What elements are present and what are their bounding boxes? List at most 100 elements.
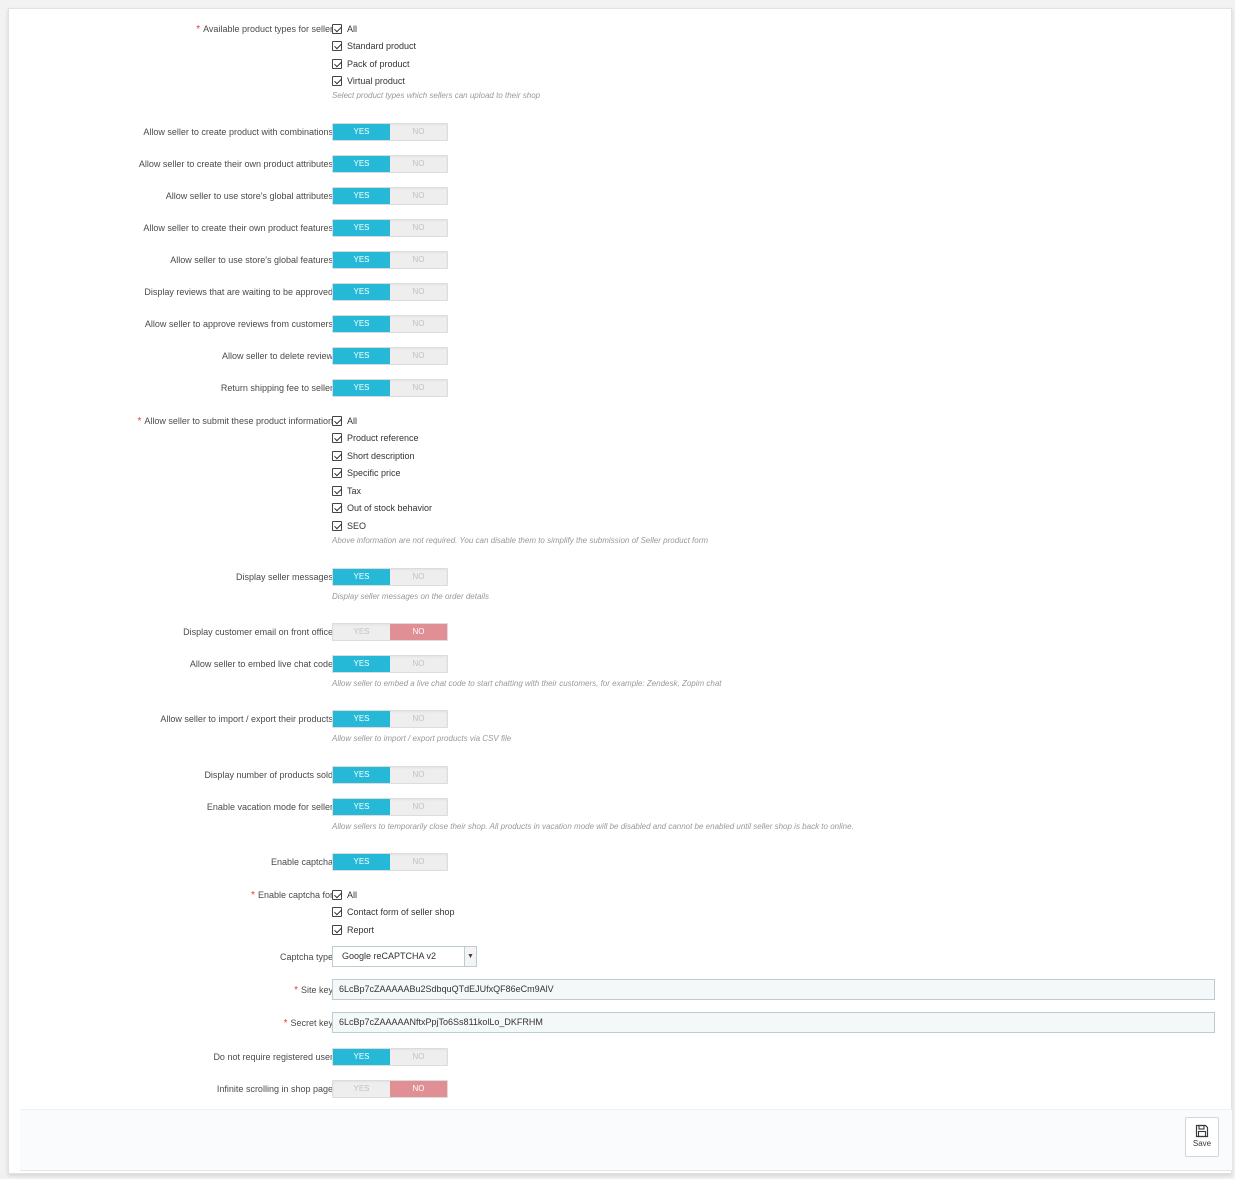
label-text: Available product types for seller — [203, 24, 333, 34]
switch-yes[interactable]: YES — [333, 316, 390, 332]
switch-yes[interactable]: YES — [333, 1049, 390, 1065]
checkbox-checked-icon[interactable] — [332, 450, 342, 461]
switch-no[interactable]: NO — [390, 799, 447, 815]
site-key-input[interactable]: 6LcBp7cZAAAAABu2SdbquQTdEJUfxQF86eCm9AlV — [332, 979, 1215, 1000]
switch-no[interactable]: NO — [390, 124, 447, 140]
infinite-scroll-switch[interactable]: YES NO — [332, 1080, 448, 1098]
checkbox-checked-icon[interactable] — [332, 520, 342, 531]
switch-no[interactable]: NO — [390, 252, 447, 268]
switch-yes[interactable]: YES — [333, 284, 390, 300]
switch-no[interactable]: NO — [390, 316, 447, 332]
checkbox-specific-price[interactable]: Specific price — [332, 465, 708, 483]
approve-reviews-switch[interactable]: YES NO — [332, 315, 448, 333]
allow-combinations-switch[interactable]: YES NO — [332, 123, 448, 141]
delete-review-switch[interactable]: YES NO — [332, 347, 448, 365]
checkbox-contact-form[interactable]: Contact form of seller shop — [332, 904, 455, 922]
switch-yes[interactable]: YES — [333, 380, 390, 396]
checkbox-checked-icon[interactable] — [332, 889, 342, 900]
switch-no[interactable]: NO — [390, 624, 447, 640]
checkbox-all-types[interactable]: All — [332, 20, 540, 38]
switch-yes[interactable]: YES — [333, 569, 390, 585]
checkbox-report[interactable]: Report — [332, 921, 455, 939]
switch-yes[interactable]: YES — [333, 124, 390, 140]
checkbox-virtual-product[interactable]: Virtual product — [332, 73, 540, 91]
checkbox-tax[interactable]: Tax — [332, 482, 708, 500]
checkbox-captcha-all[interactable]: All — [332, 886, 455, 904]
checkbox-checked-icon[interactable] — [332, 58, 342, 69]
live-chat-switch[interactable]: YES NO — [332, 655, 448, 673]
switch-yes[interactable]: YES — [333, 656, 390, 672]
switch-yes[interactable]: YES — [333, 624, 390, 640]
chevron-down-icon[interactable]: ▼ — [464, 947, 476, 966]
switch-yes[interactable]: YES — [333, 348, 390, 364]
seller-messages-switch[interactable]: YES NO — [332, 568, 448, 586]
own-attributes-switch[interactable]: YES NO — [332, 155, 448, 173]
vacation-mode-help: Allow sellers to temporarily close their… — [332, 822, 854, 831]
switch-no[interactable]: NO — [390, 348, 447, 364]
checkbox-checked-icon[interactable] — [332, 468, 342, 479]
switch-no[interactable]: NO — [390, 1049, 447, 1065]
no-registration-switch[interactable]: YES NO — [332, 1048, 448, 1066]
no-registration-label: Do not require registered user — [213, 1052, 333, 1062]
live-chat-label: Allow seller to embed live chat code — [189, 659, 333, 669]
global-attributes-switch[interactable]: YES NO — [332, 187, 448, 205]
import-export-help: Allow seller to import / export products… — [332, 734, 512, 743]
checkbox-checked-icon[interactable] — [332, 41, 342, 52]
switch-no[interactable]: NO — [390, 711, 447, 727]
switch-no[interactable]: NO — [390, 569, 447, 585]
switch-no[interactable]: NO — [390, 156, 447, 172]
switch-no[interactable]: NO — [390, 188, 447, 204]
checkbox-checked-icon[interactable] — [332, 503, 342, 514]
checkbox-info-all[interactable]: All — [332, 412, 708, 430]
save-button[interactable]: Save — [1185, 1117, 1219, 1157]
switch-no[interactable]: NO — [390, 284, 447, 300]
switch-no[interactable]: NO — [390, 220, 447, 236]
import-export-label: Allow seller to import / export their pr… — [160, 714, 333, 724]
switch-yes[interactable]: YES — [333, 854, 390, 870]
switch-yes[interactable]: YES — [333, 220, 390, 236]
element: YES NO Allow seller to embed a live chat … — [332, 655, 722, 689]
import-export-switch[interactable]: YES NO — [332, 710, 448, 728]
option-label: Product reference — [347, 433, 419, 444]
switch-no[interactable]: NO — [390, 854, 447, 870]
checkbox-product-reference[interactable]: Product reference — [332, 430, 708, 448]
option-label: Standard product — [347, 41, 417, 52]
switch-no[interactable]: NO — [390, 767, 447, 783]
secret-key-input[interactable]: 6LcBp7cZAAAAANftxPpjTo6Ss811kolLo_DKFRHM — [332, 1012, 1215, 1033]
switch-yes[interactable]: YES — [333, 188, 390, 204]
switch-no[interactable]: NO — [390, 656, 447, 672]
checkbox-checked-icon[interactable] — [332, 907, 342, 918]
captcha-type-select[interactable]: Google reCAPTCHA v2 ▼ — [332, 946, 477, 967]
checkbox-checked-icon[interactable] — [332, 23, 342, 34]
seller-messages-label: Display seller messages — [235, 572, 333, 582]
switch-no[interactable]: NO — [390, 380, 447, 396]
checkbox-seo[interactable]: SEO — [332, 517, 708, 535]
checkbox-short-description[interactable]: Short description — [332, 447, 708, 465]
enable-captcha-switch[interactable]: YES NO — [332, 853, 448, 871]
checkbox-checked-icon[interactable] — [332, 485, 342, 496]
switch-no[interactable]: NO — [390, 1081, 447, 1097]
label-text: Allow seller to submit these product inf… — [144, 416, 333, 426]
element: YES NO Display seller messages on the ord… — [332, 568, 489, 602]
switch-yes[interactable]: YES — [333, 711, 390, 727]
checkbox-checked-icon[interactable] — [332, 924, 342, 935]
vacation-mode-switch[interactable]: YES NO — [332, 798, 448, 816]
checkbox-standard-product[interactable]: Standard product — [332, 38, 540, 56]
switch-yes[interactable]: YES — [333, 156, 390, 172]
switch-yes[interactable]: YES — [333, 1081, 390, 1097]
checkbox-pack-of-product[interactable]: Pack of product — [332, 55, 540, 73]
checkbox-checked-icon[interactable] — [332, 415, 342, 426]
global-features-switch[interactable]: YES NO — [332, 251, 448, 269]
switch-yes[interactable]: YES — [333, 767, 390, 783]
return-shipping-label: Return shipping fee to seller — [220, 383, 333, 393]
pending-reviews-switch[interactable]: YES NO — [332, 283, 448, 301]
own-features-switch[interactable]: YES NO — [332, 219, 448, 237]
products-sold-switch[interactable]: YES NO — [332, 766, 448, 784]
checkbox-checked-icon[interactable] — [332, 76, 342, 87]
checkbox-out-of-stock[interactable]: Out of stock behavior — [332, 500, 708, 518]
switch-yes[interactable]: YES — [333, 252, 390, 268]
return-shipping-switch[interactable]: YES NO — [332, 379, 448, 397]
checkbox-checked-icon[interactable] — [332, 433, 342, 444]
switch-yes[interactable]: YES — [333, 799, 390, 815]
customer-email-switch[interactable]: YES NO — [332, 623, 448, 641]
